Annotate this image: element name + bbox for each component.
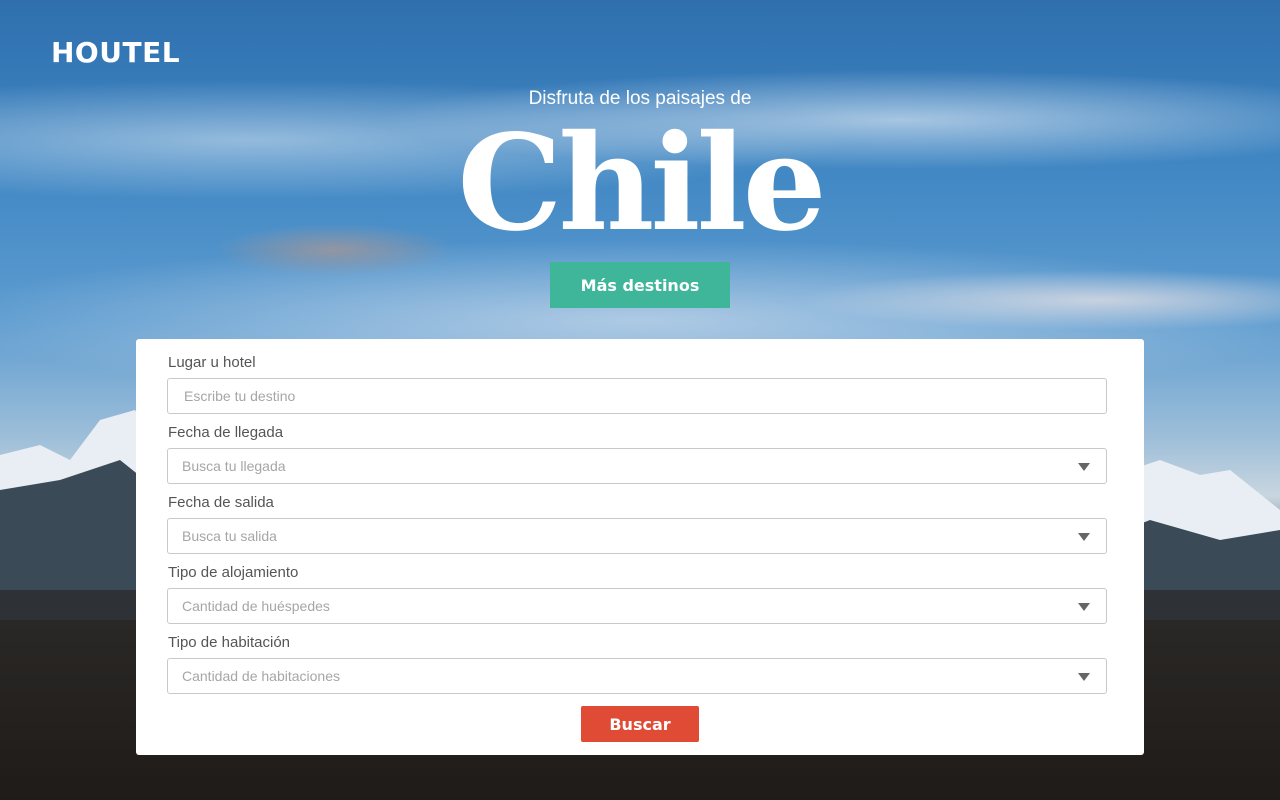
- lodging-select-value: Cantidad de huéspedes: [182, 598, 330, 614]
- place-input[interactable]: [182, 379, 1106, 413]
- room-select[interactable]: Cantidad de habitaciones: [167, 658, 1107, 694]
- more-destinations-button[interactable]: Más destinos: [550, 262, 730, 308]
- lodging-label: Tipo de alojamiento: [168, 564, 299, 581]
- departure-select-value: Busca tu salida: [182, 528, 277, 544]
- place-label: Lugar u hotel: [168, 354, 256, 371]
- chevron-down-icon: [1078, 463, 1090, 471]
- chevron-down-icon: [1078, 533, 1090, 541]
- arrival-select[interactable]: Busca tu llegada: [167, 448, 1107, 484]
- departure-label: Fecha de salida: [168, 494, 274, 511]
- lodging-select[interactable]: Cantidad de huéspedes: [167, 588, 1107, 624]
- search-panel: Lugar u hotel Fecha de llegada Busca tu …: [136, 339, 1144, 755]
- hero-title: Chile: [457, 106, 826, 261]
- room-select-value: Cantidad de habitaciones: [182, 668, 341, 684]
- place-field[interactable]: [167, 378, 1107, 414]
- search-button[interactable]: Buscar: [581, 706, 699, 742]
- room-label: Tipo de habitación: [168, 634, 291, 651]
- arrival-label: Fecha de llegada: [168, 424, 284, 441]
- chevron-down-icon: [1078, 673, 1090, 681]
- chevron-down-icon: [1078, 603, 1090, 611]
- departure-select[interactable]: Busca tu salida: [167, 518, 1107, 554]
- brand-logo[interactable]: HOUTEL: [51, 36, 180, 69]
- arrival-select-value: Busca tu llegada: [182, 458, 286, 474]
